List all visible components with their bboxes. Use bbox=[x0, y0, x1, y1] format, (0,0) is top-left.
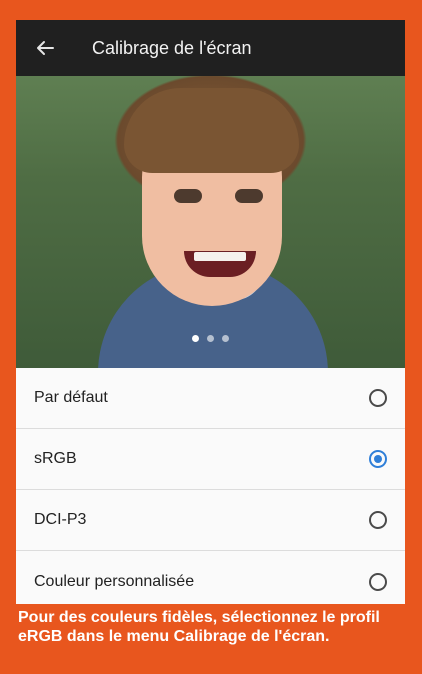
carousel-dot-2[interactable] bbox=[207, 335, 214, 342]
option-srgb[interactable]: sRGB bbox=[16, 429, 405, 490]
radio-button[interactable] bbox=[369, 450, 387, 468]
image-teeth bbox=[194, 252, 246, 261]
back-button[interactable] bbox=[34, 37, 56, 59]
option-label: Par défaut bbox=[34, 389, 108, 406]
option-label: sRGB bbox=[34, 450, 77, 467]
carousel-dot-1[interactable] bbox=[192, 335, 199, 342]
image-hair bbox=[124, 88, 299, 173]
arrow-left-icon bbox=[37, 41, 54, 55]
option-couleur-personnalisee[interactable]: Couleur personnalisée bbox=[16, 551, 405, 604]
option-label: DCI-P3 bbox=[34, 511, 87, 528]
image-eye-right bbox=[235, 189, 263, 203]
preview-image bbox=[16, 76, 405, 368]
calibration-options: Par défaut sRGB DCI-P3 Couleur personnal… bbox=[16, 368, 405, 604]
phone-screen: Calibrage de l'écran Par défaut sRGB DCI… bbox=[16, 20, 405, 604]
radio-button[interactable] bbox=[369, 511, 387, 529]
option-par-defaut[interactable]: Par défaut bbox=[16, 368, 405, 429]
carousel-dot-3[interactable] bbox=[222, 335, 229, 342]
app-bar: Calibrage de l'écran bbox=[16, 20, 405, 76]
caption-line-2: eRGB dans le menu Calibrage de l'écran. bbox=[18, 628, 330, 645]
radio-button[interactable] bbox=[369, 572, 387, 591]
caption-line-1: Pour des couleurs fidèles, sélectionnez … bbox=[18, 609, 380, 626]
option-label: Couleur personnalisée bbox=[34, 572, 195, 590]
option-dci-p3[interactable]: DCI-P3 bbox=[16, 490, 405, 551]
radio-button[interactable] bbox=[369, 389, 387, 407]
carousel-indicator bbox=[16, 335, 405, 342]
image-eye-left bbox=[174, 189, 202, 203]
caption: Pour des couleurs fidèles, sélectionnez … bbox=[18, 608, 408, 646]
page-title: Calibrage de l'écran bbox=[92, 37, 252, 58]
